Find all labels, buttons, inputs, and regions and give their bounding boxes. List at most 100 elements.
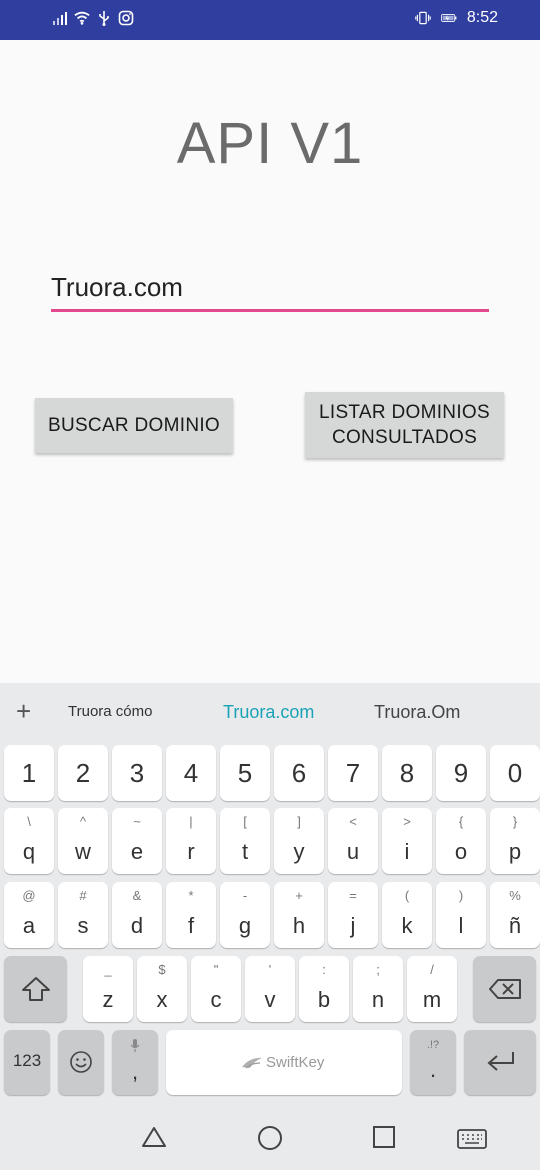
keyboard-icon[interactable] bbox=[457, 1129, 487, 1149]
key-y[interactable]: ] y bbox=[274, 808, 324, 874]
suggestion-3[interactable]: Truora.Om bbox=[374, 702, 460, 723]
key-s-alt-label: # bbox=[79, 888, 87, 903]
period-key[interactable]: .!? . bbox=[410, 1030, 456, 1095]
key-o[interactable]: {o bbox=[436, 808, 486, 874]
emoji-key[interactable] bbox=[58, 1030, 104, 1095]
key-5[interactable]: 5 bbox=[220, 745, 270, 801]
key-b-label: b bbox=[317, 987, 331, 1012]
key-l-label: l bbox=[458, 913, 464, 938]
key-r[interactable]: | r bbox=[166, 808, 216, 874]
key-k-label: k bbox=[401, 913, 413, 938]
key-n-alt-label: ; bbox=[376, 962, 380, 977]
shift-key[interactable] bbox=[4, 956, 67, 1022]
suggestion-1[interactable]: Truora cómo bbox=[68, 703, 152, 720]
key-4-label: 4 bbox=[183, 758, 199, 788]
key-r-label: r bbox=[187, 839, 195, 864]
key-v[interactable]: ' v bbox=[245, 956, 295, 1022]
key-q-alt-label: \ bbox=[27, 814, 31, 829]
status-bar: 8:52 bbox=[0, 0, 540, 40]
key-6[interactable]: 6 bbox=[274, 745, 324, 801]
key-d-alt-label: & bbox=[132, 888, 142, 903]
key-0-label: 0 bbox=[507, 758, 523, 788]
backspace-icon bbox=[489, 979, 521, 999]
wifi-icon bbox=[74, 11, 90, 25]
listar-dominios-button[interactable]: LISTAR DOMINIOS CONSULTADOS bbox=[305, 392, 504, 458]
key-p[interactable]: } p bbox=[490, 808, 540, 874]
key-2[interactable]: 2 bbox=[58, 745, 108, 801]
enter-key[interactable] bbox=[464, 1030, 536, 1095]
swiftkey-logo-icon bbox=[242, 1057, 262, 1069]
key-8-label: 8 bbox=[399, 758, 415, 788]
emoji-icon bbox=[70, 1051, 92, 1073]
key-a-alt-label: @ bbox=[22, 888, 36, 903]
key-q-label: q bbox=[22, 839, 36, 864]
key-i-label: i bbox=[404, 839, 410, 864]
listar-dominios-label-line2: CONSULTADOS bbox=[331, 427, 478, 448]
key-e[interactable]: ~ e bbox=[112, 808, 162, 874]
key-m-label: m bbox=[422, 987, 442, 1012]
key-i[interactable]: > i bbox=[382, 808, 432, 874]
key-f[interactable]: * f bbox=[166, 882, 216, 948]
vibrate-icon bbox=[415, 11, 431, 25]
key-x[interactable]: $ x bbox=[137, 956, 187, 1022]
home-icon[interactable] bbox=[257, 1125, 283, 1151]
key-s[interactable]: # s bbox=[58, 882, 108, 948]
key-c-alt-label: " bbox=[213, 962, 219, 977]
key-z[interactable]: _ z bbox=[83, 956, 133, 1022]
key-u[interactable]: < u bbox=[328, 808, 378, 874]
key-l[interactable]: ) l bbox=[436, 882, 486, 948]
key-t[interactable]: [t bbox=[220, 808, 270, 874]
key-ñ[interactable]: % ñ bbox=[490, 882, 540, 948]
key-b-alt-label: : bbox=[322, 962, 326, 977]
symbols-key[interactable]: 123 bbox=[4, 1030, 50, 1095]
key-4[interactable]: 4 bbox=[166, 745, 216, 801]
key-b[interactable]: :b bbox=[299, 956, 349, 1022]
key-3[interactable]: 3 bbox=[112, 745, 162, 801]
suggestion-2[interactable]: Truora.com bbox=[223, 702, 314, 723]
key-n[interactable]: ; n bbox=[353, 956, 403, 1022]
key-8[interactable]: 8 bbox=[382, 745, 432, 801]
key-z-label: z bbox=[102, 987, 114, 1012]
key-d-label: d bbox=[130, 913, 144, 938]
key-d[interactable]: & d bbox=[112, 882, 162, 948]
key-y-label: y bbox=[293, 839, 305, 864]
shift-icon bbox=[22, 977, 50, 1001]
buscar-dominio-button[interactable]: BUSCAR DOMINIO bbox=[35, 398, 233, 453]
key-e-label: e bbox=[130, 839, 144, 864]
key-j[interactable]: = j bbox=[328, 882, 378, 948]
key-o-alt-label: { bbox=[458, 814, 464, 829]
navigation-bar bbox=[0, 1101, 540, 1170]
key-g[interactable]: -g bbox=[220, 882, 270, 948]
suggestion-bar: + Truora cómo Truora.com Truora.Om bbox=[0, 683, 540, 741]
key-t-label: t bbox=[241, 839, 249, 864]
key-i-alt-label: > bbox=[403, 814, 411, 829]
key-7[interactable]: 7 bbox=[328, 745, 378, 801]
key-a[interactable]: @ a bbox=[4, 882, 54, 948]
key-w-alt-label: ^ bbox=[79, 814, 87, 829]
key-f-label: f bbox=[187, 913, 195, 938]
key-9-label: 9 bbox=[453, 758, 469, 788]
key-a-label: a bbox=[22, 913, 36, 938]
key-h[interactable]: + h bbox=[274, 882, 324, 948]
key-1[interactable]: 1 bbox=[4, 745, 54, 801]
plus-icon[interactable]: + bbox=[16, 696, 31, 727]
key-ñ-alt-label: % bbox=[509, 888, 521, 903]
key-k[interactable]: (k bbox=[382, 882, 432, 948]
key-q[interactable]: \ q bbox=[4, 808, 54, 874]
key-r-alt-label: | bbox=[189, 814, 193, 829]
key-v-label: v bbox=[264, 987, 276, 1012]
key-m[interactable]: / m bbox=[407, 956, 457, 1022]
key-9[interactable]: 9 bbox=[436, 745, 486, 801]
space-key[interactable]: SwiftKey bbox=[166, 1030, 402, 1095]
key-c[interactable]: " c bbox=[191, 956, 241, 1022]
key-u-label: u bbox=[346, 839, 360, 864]
domain-input[interactable] bbox=[51, 270, 489, 312]
clock-time: 8:52 bbox=[466, 9, 498, 26]
back-icon[interactable] bbox=[141, 1125, 167, 1149]
key-0[interactable]: 0 bbox=[490, 745, 540, 801]
recents-icon[interactable] bbox=[372, 1125, 396, 1149]
comma-key[interactable]: , bbox=[112, 1030, 158, 1095]
key-h-alt-label: + bbox=[295, 888, 303, 903]
key-w[interactable]: ^ w bbox=[58, 808, 108, 874]
backspace-key[interactable] bbox=[473, 956, 536, 1022]
